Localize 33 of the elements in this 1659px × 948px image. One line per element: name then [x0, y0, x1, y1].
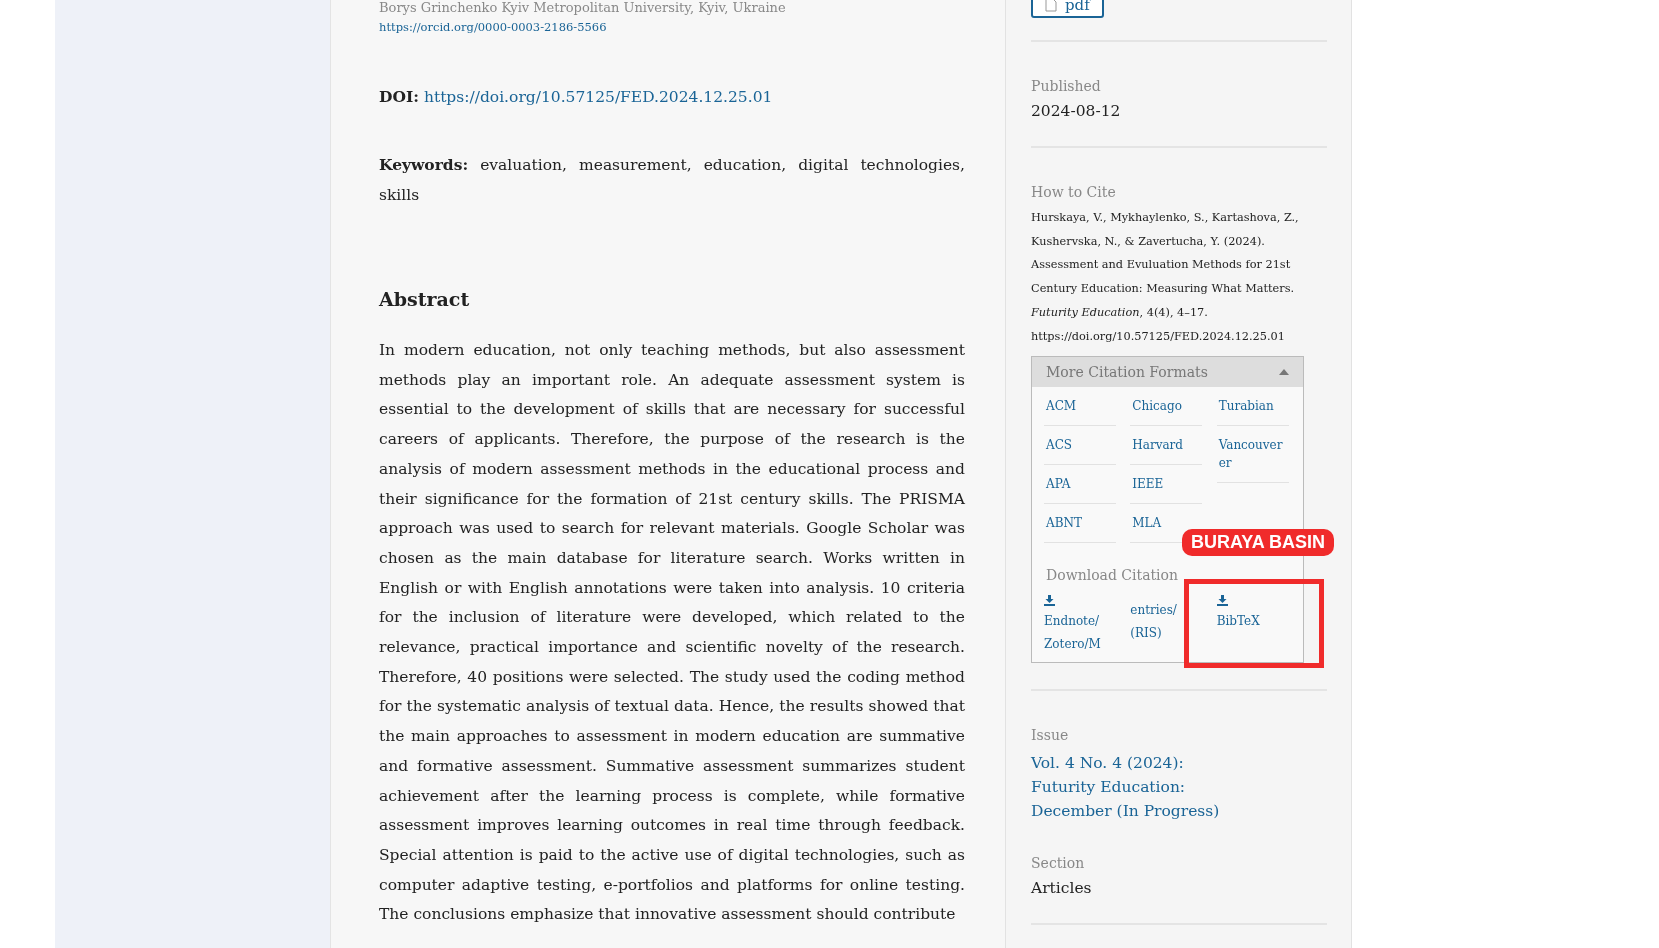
download-link[interactable]: entries/ (RIS)	[1130, 589, 1217, 657]
download-link[interactable]: Endnote/ Zotero/M	[1044, 589, 1131, 657]
download-icon	[1044, 595, 1055, 607]
citation-format-link[interactable]: Turabian	[1216, 387, 1289, 427]
section-value: Articles	[1031, 879, 1093, 898]
download-icon	[1216, 595, 1228, 607]
abstract-text: In modern education, not only teaching methods, but also assessment methods play an important role. An adequate assessment system is essential to the development of skills that are necessary for successful careers of applicants. Therefore, the purpose of the research is the analysis of modern assessment methods in the educational process and their significance for the formation of 21st century skills. The PRISMA approach was used to search for relevant materials. Google Scholar was chosen as the main database for literature search. Works written in English or with English annotations were taken into analysis. 10 criteria for the inclusion of literature were developed, which related to the relevance, practical importance and scientific novelty of the research. Therefore, 40 positions were selected. The study used the coding method for the systematic analysis of textual data. Hence, the results showed that the main approaches to assessment in modern education are summative and formative assessment. Summative assessment summarizes student achievement after the learning process is complete, while formative assessment improves learning outcomes in real time through feedback. Special attention is paid to the active use of digital technologies, such as computer adaptive testing, e-portfolios and platforms for online testing. The conclusions emphasize that innovative assessment should contribute	[379, 340, 965, 926]
published-date: 2024-08-12	[1031, 102, 1122, 120]
doi-label: DOI:	[379, 87, 419, 106]
citation-format-link[interactable]: Chicago	[1130, 387, 1203, 427]
abstract-heading: Abstract	[379, 288, 471, 310]
keywords-text: Keywords: evaluation, measurement, education, digital technologies, skills	[379, 154, 965, 206]
orcid-link[interactable]: https://orcid.org/0000-0003-2186-5566	[379, 20, 607, 34]
download-link[interactable]: BibTeX	[1216, 589, 1303, 657]
section-label: Section	[1031, 855, 1086, 872]
doi-link[interactable]: https://doi.org/10.57125/FED.2024.12.25.01	[423, 88, 773, 106]
citation-format-link[interactable]: ACM	[1044, 387, 1116, 427]
issue-label: Issue	[1031, 727, 1070, 744]
citation-format-link[interactable]: ABNT	[1044, 504, 1116, 544]
document-icon	[1045, 0, 1057, 12]
citation-text: Hurskaya, V., Mykhaylenko, S., Kartashova, Z., Kushervska, N., & Zavertucha, Y. (2024). Assessment and Evuluation Methods for 21st Century Education: Measuring What Matters. Futurity Education, 4(4), 4–17. https://doi.org/10.57125/FED.2024.12.25.01	[1031, 210, 1300, 345]
affiliation-text: Borys Grinchenko Kyiv Metropolitan University, Kyiv, Ukraine	[379, 0, 787, 16]
citation-format-link[interactable]: IEEE	[1130, 465, 1203, 505]
citation-format-link[interactable]: Harvard	[1130, 426, 1203, 466]
how-to-cite-label: How to Cite	[1031, 184, 1117, 200]
citation-format-link[interactable]: APA	[1044, 465, 1116, 505]
citation-format-link[interactable]: ACS	[1044, 426, 1116, 466]
download-citation-label: Download Citation	[1046, 567, 1179, 584]
issue-link[interactable]: Vol. 4 No. 4 (2024): Futurity Education: December (In Progress)	[1031, 751, 1251, 824]
published-label: Published	[1031, 78, 1102, 94]
citation-formats-header[interactable]: More Citation Formats	[1032, 357, 1303, 388]
citation-format-link[interactable]: Vancouver er	[1216, 426, 1289, 484]
annotation-label: BURAYA BASIN	[1182, 529, 1335, 557]
